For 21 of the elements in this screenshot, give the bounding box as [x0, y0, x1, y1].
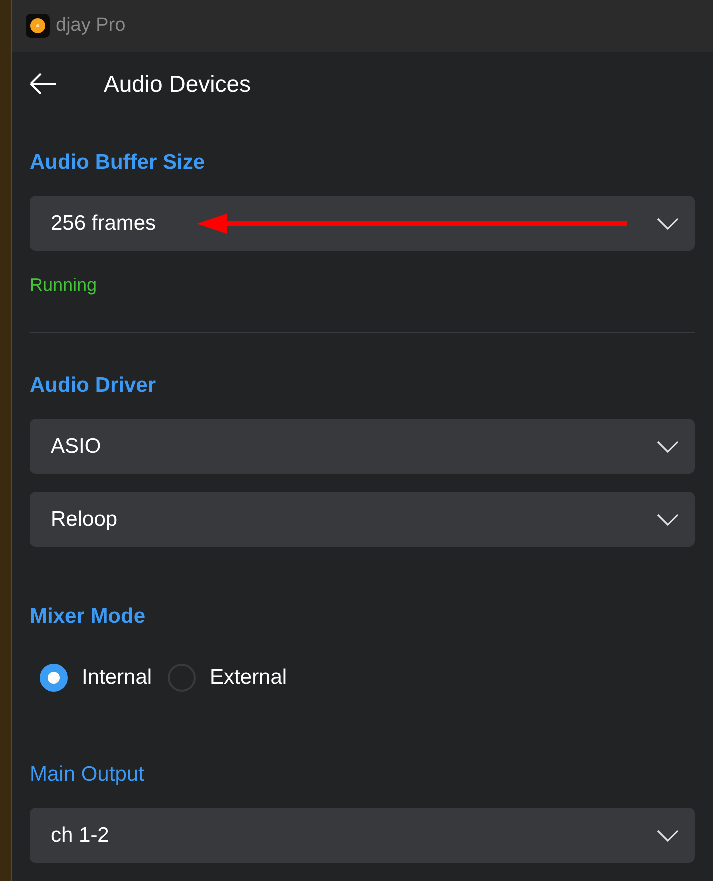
status-text: Running — [30, 274, 98, 297]
dropdown[interactable]: ch 1-2 — [30, 808, 695, 863]
dropdown[interactable]: 256 frames — [30, 196, 695, 251]
dropdown[interactable]: Reloop — [30, 492, 695, 547]
radio-option[interactable]: External — [168, 664, 288, 692]
back-button[interactable] — [29, 72, 57, 96]
chevron-down-icon — [657, 218, 679, 230]
section-heading: Mixer Mode — [30, 604, 147, 630]
app-icon — [26, 14, 50, 38]
dropdown[interactable]: ASIO — [30, 419, 695, 474]
section-heading: Audio Driver — [30, 373, 158, 399]
radio-option[interactable]: Internal — [40, 664, 152, 692]
chevron-down-icon — [657, 514, 679, 526]
radio-button[interactable] — [40, 664, 68, 692]
page-title: Audio Devices — [104, 70, 252, 98]
section-heading: Main Output — [30, 762, 146, 788]
window-title: djay Pro — [56, 15, 126, 37]
section-heading: Audio Buffer Size — [30, 150, 206, 176]
radio-button[interactable] — [168, 664, 196, 692]
chevron-down-icon — [657, 830, 679, 842]
chevron-down-icon — [657, 440, 679, 452]
